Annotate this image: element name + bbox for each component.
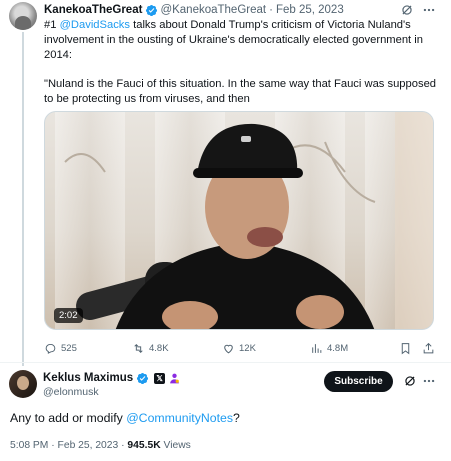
more-icon[interactable] bbox=[422, 374, 436, 388]
text-quote: "Nuland is the Fauci of this situation. … bbox=[44, 78, 437, 105]
tweet-date[interactable]: Feb 25, 2023 bbox=[276, 4, 344, 16]
mention-link[interactable]: @CommunityNotes bbox=[126, 411, 233, 425]
share-icon bbox=[423, 342, 434, 353]
more-icon[interactable] bbox=[422, 3, 436, 17]
tweet-meta: 5:08 PM · Feb 25, 2023 · 945.5K Views bbox=[10, 440, 191, 451]
like-icon bbox=[224, 344, 233, 353]
avatar[interactable] bbox=[9, 370, 37, 398]
text-prefix: Any to add or modify bbox=[10, 411, 127, 425]
x-badge-icon[interactable]: 𝕏 bbox=[154, 372, 166, 384]
mention-link[interactable]: @DavidSacks bbox=[60, 19, 130, 31]
like-count: 12K bbox=[239, 342, 256, 354]
views-count[interactable]: 945.5K bbox=[127, 440, 160, 451]
repost-count: 4.8K bbox=[149, 342, 169, 354]
reply-count: 525 bbox=[61, 342, 77, 354]
verified-badge-icon bbox=[146, 4, 158, 16]
avatar[interactable] bbox=[9, 2, 37, 30]
video-duration: 2:02 bbox=[54, 308, 83, 323]
verified-badge-icon bbox=[137, 372, 149, 384]
views-label: Views bbox=[163, 440, 191, 451]
video-player[interactable] bbox=[44, 111, 434, 330]
subscribe-button[interactable]: Subscribe bbox=[324, 371, 393, 392]
views-icon bbox=[312, 343, 322, 353]
reply-button[interactable]: 525 bbox=[44, 341, 77, 355]
author-handle[interactable]: @KanekoaTheGreat bbox=[160, 4, 266, 16]
divider bbox=[0, 362, 451, 363]
like-button[interactable]: 12K bbox=[222, 341, 256, 355]
reply-icon bbox=[45, 343, 56, 354]
bookmark-icon bbox=[401, 342, 410, 354]
affiliate-badge-icon[interactable] bbox=[168, 372, 181, 385]
action-bar: 525 4.8K 12K 4.8M bbox=[44, 341, 436, 357]
separator: · bbox=[51, 440, 55, 451]
text-suffix: ? bbox=[233, 411, 240, 425]
thread-line bbox=[22, 32, 24, 366]
tweet-date[interactable]: Feb 25, 2023 bbox=[58, 440, 119, 451]
separator: · bbox=[121, 440, 125, 451]
quoted-tweet[interactable]: KanekoaTheGreat @KanekoaTheGreat · Feb 2… bbox=[0, 0, 451, 366]
tweet-header: Keklus Maximus 𝕏 bbox=[43, 370, 181, 386]
views-button[interactable]: 4.8M bbox=[310, 341, 348, 355]
tweet-header: KanekoaTheGreat @KanekoaTheGreat · Feb 2… bbox=[44, 2, 344, 18]
share-button[interactable] bbox=[422, 341, 435, 355]
grok-icon[interactable] bbox=[403, 374, 417, 388]
tweet-text: Any to add or modify @CommunityNotes? bbox=[10, 411, 240, 425]
video-thumbnail bbox=[64, 112, 433, 329]
text-prefix: #1 bbox=[44, 19, 60, 31]
separator: · bbox=[269, 4, 273, 16]
repost-icon bbox=[134, 343, 143, 353]
bookmark-button[interactable] bbox=[399, 341, 412, 355]
grok-icon[interactable] bbox=[400, 3, 414, 17]
author-name[interactable]: Keklus Maximus bbox=[43, 372, 133, 384]
author-name[interactable]: KanekoaTheGreat bbox=[44, 4, 142, 16]
tweet-text: #1 @DavidSacks talks about Donald Trump'… bbox=[44, 18, 442, 107]
views-count: 4.8M bbox=[327, 342, 349, 354]
author-handle[interactable]: @elonmusk bbox=[43, 386, 99, 398]
tweet-time[interactable]: 5:08 PM bbox=[10, 440, 48, 451]
repost-button[interactable]: 4.8K bbox=[132, 341, 169, 355]
